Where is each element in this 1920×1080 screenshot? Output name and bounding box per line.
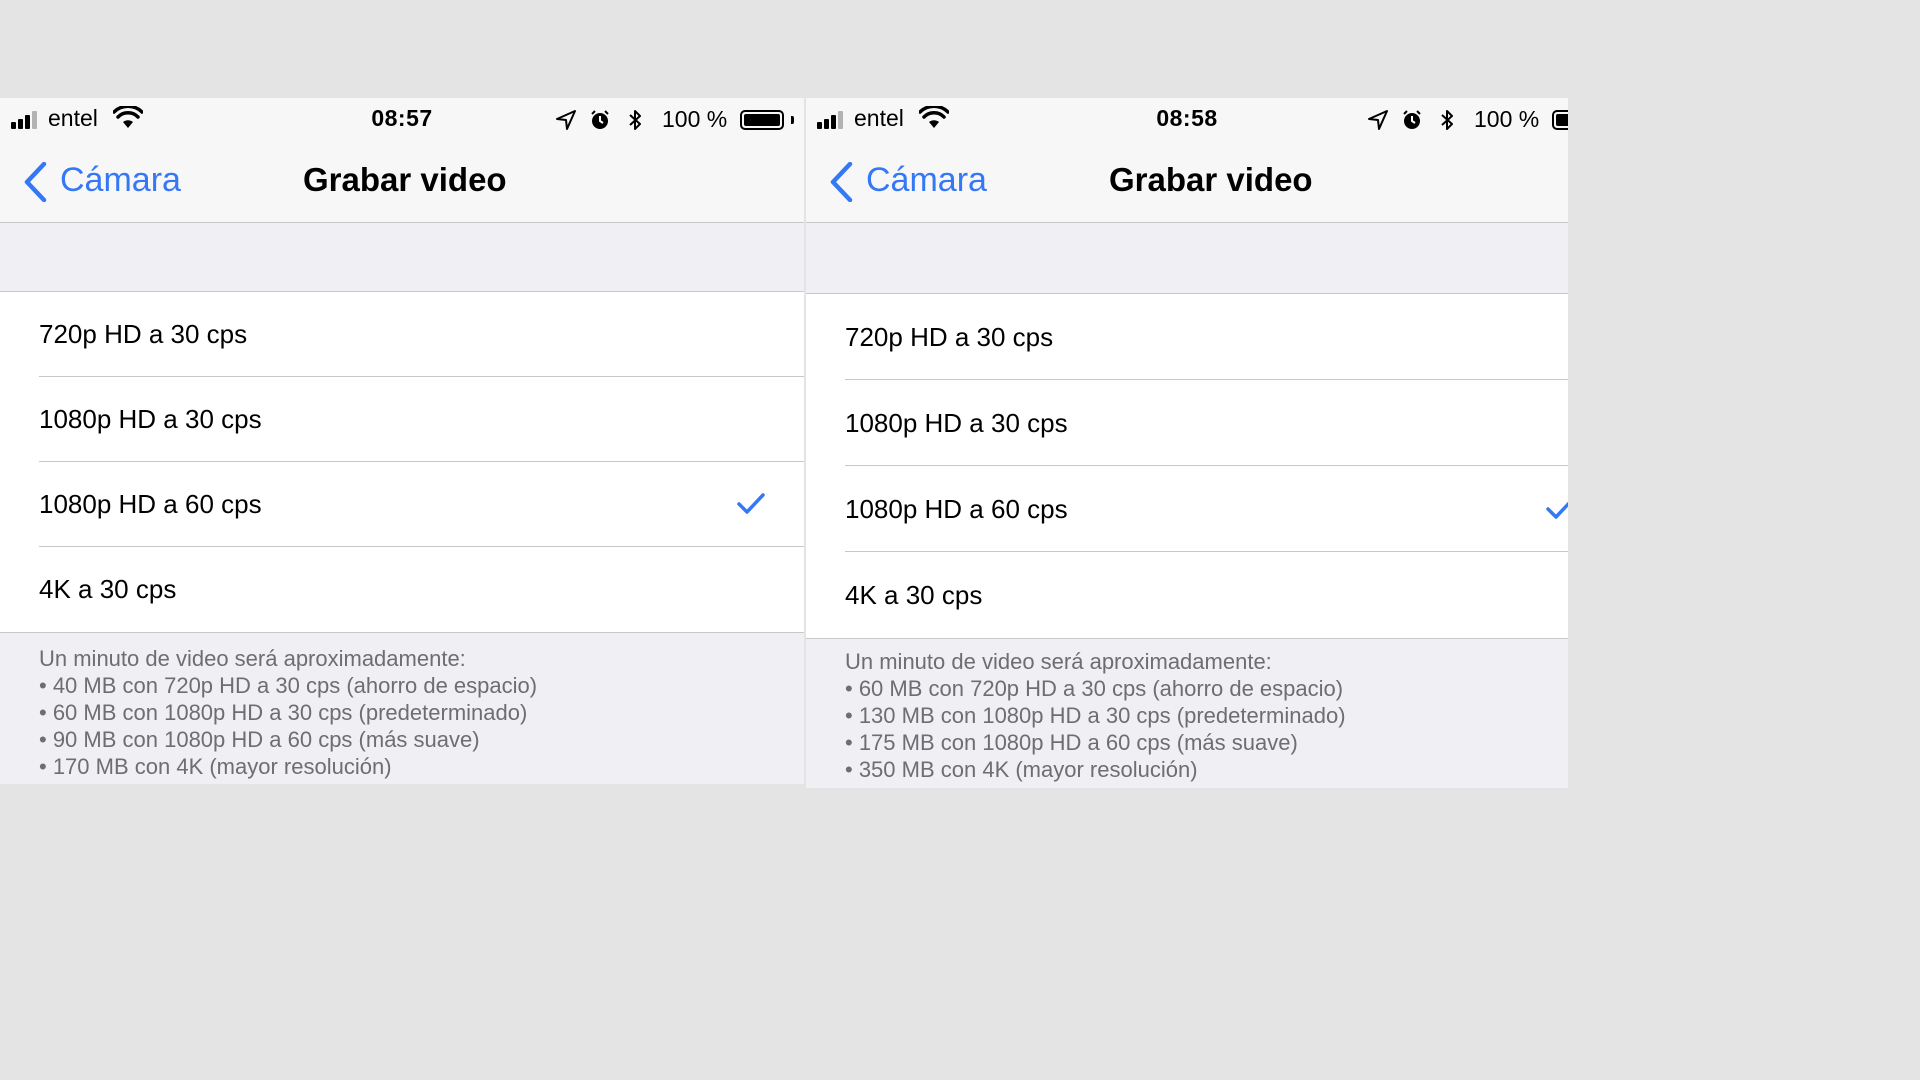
footer-item: • 130 MB con 1080p HD a 30 cps (predeter… bbox=[845, 703, 1346, 728]
option-label: 1080p HD a 30 cps bbox=[845, 408, 1068, 438]
footer-intro: Un minuto de video será aproximadamente: bbox=[39, 646, 466, 671]
page-title: Grabar video bbox=[303, 161, 507, 198]
alarm-icon bbox=[1403, 110, 1421, 129]
video-format-list: 720p HD a 30 cps 1080p HD a 30 cps 1080p… bbox=[806, 293, 1568, 639]
back-button-label: Cámara bbox=[60, 161, 181, 199]
status-bar: entel 08:58 100 % bbox=[806, 98, 1568, 142]
settings-screen-right: entel 08:58 100 % Cámara Grabar video 72… bbox=[806, 98, 1568, 788]
option-label: 1080p HD a 60 cps bbox=[39, 489, 262, 519]
settings-screen-left: entel 08:57 100 % Cámara Grabar video 72… bbox=[0, 98, 804, 784]
option-720p-30[interactable]: 720p HD a 30 cps bbox=[806, 294, 1568, 380]
footer-item: • 40 MB con 720p HD a 30 cps (ahorro de … bbox=[39, 673, 538, 698]
footer-item: • 170 MB con 4K (mayor resolución) bbox=[39, 754, 392, 779]
chevron-left-icon bbox=[24, 162, 47, 202]
option-label: 720p HD a 30 cps bbox=[39, 319, 248, 349]
battery-icon bbox=[739, 109, 784, 130]
footer-item: • 60 MB con 720p HD a 30 cps (ahorro de … bbox=[845, 676, 1344, 701]
footer-item: • 60 MB con 1080p HD a 30 cps (predeterm… bbox=[39, 700, 528, 725]
location-arrow-icon bbox=[555, 109, 576, 130]
option-label: 1080p HD a 60 cps bbox=[845, 494, 1068, 524]
size-info-footer: Un minuto de video será aproximadamente:… bbox=[39, 645, 794, 780]
option-label: 4K a 30 cps bbox=[845, 580, 983, 610]
footer-item: • 90 MB con 1080p HD a 60 cps (más suave… bbox=[39, 727, 480, 752]
option-1080p-30[interactable]: 1080p HD a 30 cps bbox=[0, 377, 804, 462]
size-info-footer: Un minuto de video será aproximadamente:… bbox=[845, 648, 1558, 783]
navigation-bar: Cámara Grabar video bbox=[806, 142, 1568, 223]
option-label: 720p HD a 30 cps bbox=[845, 322, 1054, 352]
option-1080p-30[interactable]: 1080p HD a 30 cps bbox=[806, 380, 1568, 466]
option-1080p-60[interactable]: 1080p HD a 60 cps bbox=[806, 466, 1568, 552]
checkmark-icon bbox=[1546, 501, 1568, 519]
battery-percentage: 100 % bbox=[662, 106, 728, 133]
battery-icon bbox=[1551, 109, 1568, 130]
bluetooth-icon bbox=[628, 109, 641, 130]
footer-item: • 350 MB con 4K (mayor resolución) bbox=[845, 757, 1198, 782]
option-1080p-60[interactable]: 1080p HD a 60 cps bbox=[0, 462, 804, 547]
location-arrow-icon bbox=[1367, 109, 1388, 130]
bluetooth-icon bbox=[1440, 109, 1453, 130]
option-label: 1080p HD a 30 cps bbox=[39, 404, 262, 434]
status-bar: entel 08:57 100 % bbox=[0, 98, 804, 142]
checkmark-icon bbox=[737, 493, 765, 514]
option-label: 4K a 30 cps bbox=[39, 574, 177, 604]
alarm-icon bbox=[591, 110, 609, 129]
option-720p-30[interactable]: 720p HD a 30 cps bbox=[0, 292, 804, 377]
video-format-list: 720p HD a 30 cps 1080p HD a 30 cps 1080p… bbox=[0, 291, 804, 633]
back-button-label: Cámara bbox=[866, 161, 987, 199]
footer-intro: Un minuto de video será aproximadamente: bbox=[845, 649, 1272, 674]
chevron-left-icon bbox=[830, 162, 853, 202]
option-4k-30[interactable]: 4K a 30 cps bbox=[0, 547, 804, 632]
navigation-bar: Cámara Grabar video bbox=[0, 142, 804, 223]
option-4k-30[interactable]: 4K a 30 cps bbox=[806, 552, 1568, 638]
page-title: Grabar video bbox=[1109, 161, 1313, 198]
battery-percentage: 100 % bbox=[1474, 106, 1540, 133]
footer-item: • 175 MB con 1080p HD a 60 cps (más suav… bbox=[845, 730, 1298, 755]
